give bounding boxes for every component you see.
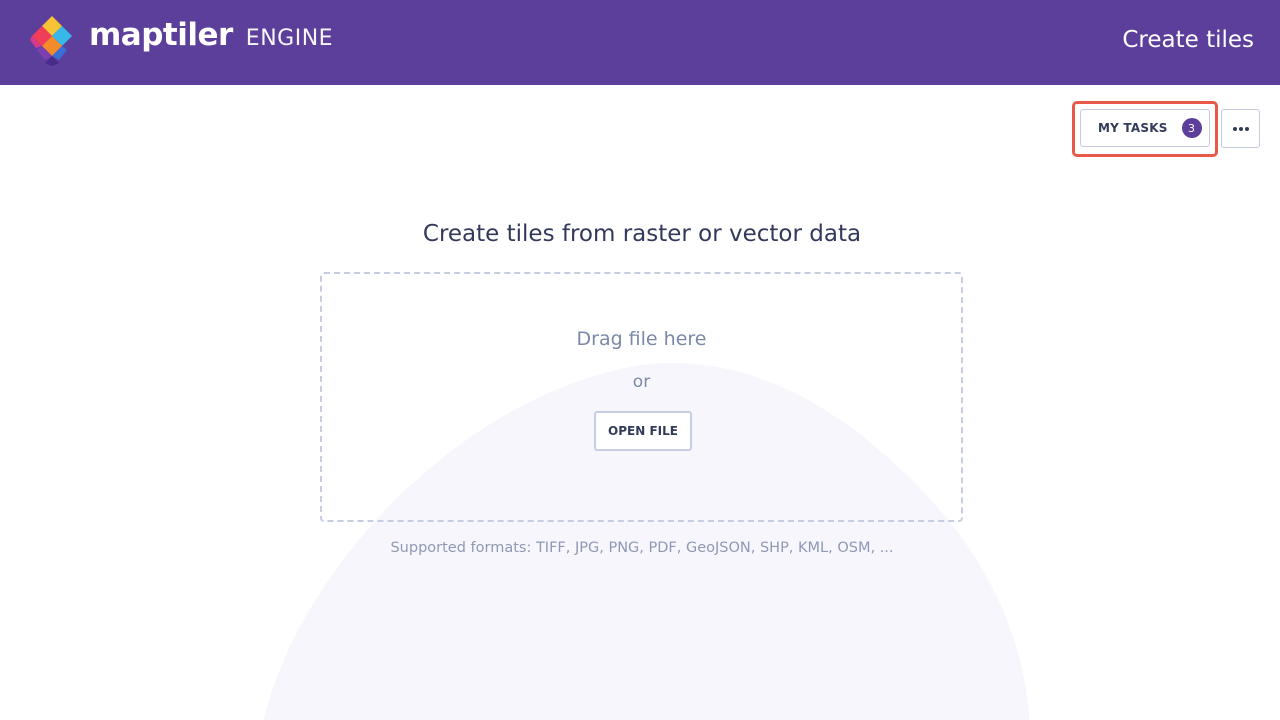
- main-heading: Create tiles from raster or vector data: [422, 221, 862, 247]
- page-title: Create tiles: [1122, 27, 1254, 53]
- drag-file-text: Drag file here: [576, 328, 707, 350]
- or-separator: or: [632, 372, 651, 392]
- my-tasks-label: MY TASKS: [1098, 121, 1168, 135]
- brand-name: maptiler: [89, 17, 233, 53]
- open-file-button[interactable]: OPEN FILE: [594, 411, 692, 451]
- supported-formats-text: Supported formats: TIFF, JPG, PNG, PDF, …: [390, 540, 894, 556]
- header-bar: maptiler ENGINE Create tiles: [0, 0, 1280, 85]
- more-options-button[interactable]: [1221, 109, 1260, 148]
- brand: maptiler ENGINE: [89, 17, 333, 65]
- app-window: maptiler ENGINE Create tiles MY TASKS 3 …: [0, 0, 1280, 720]
- my-tasks-button[interactable]: MY TASKS 3: [1080, 109, 1210, 147]
- tasks-count-badge: 3: [1181, 118, 1202, 138]
- brand-product: ENGINE: [245, 26, 334, 51]
- more-horizontal-icon: [1232, 126, 1249, 131]
- file-drop-zone[interactable]: Drag file here or OPEN FILE: [320, 272, 963, 522]
- maptiler-logo-icon: [30, 16, 72, 66]
